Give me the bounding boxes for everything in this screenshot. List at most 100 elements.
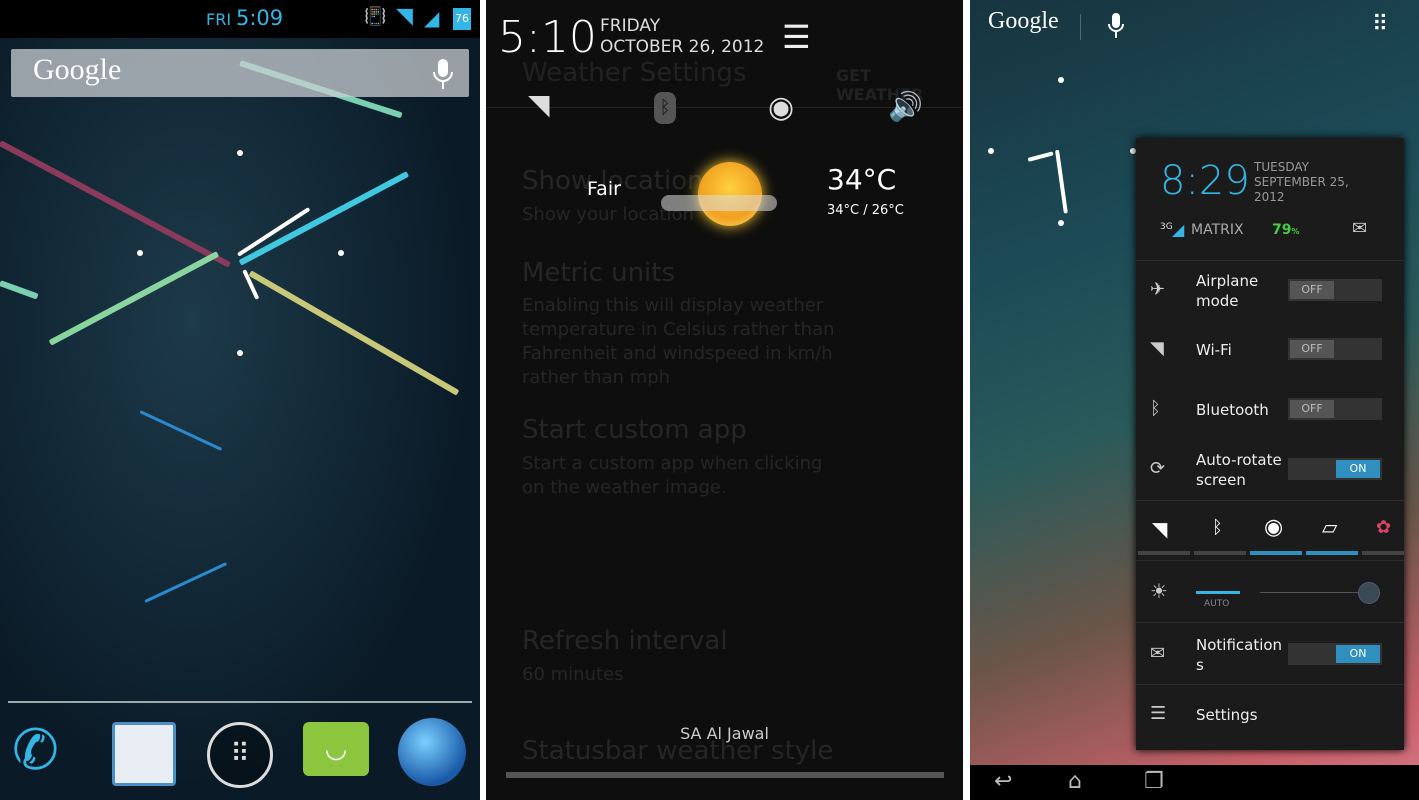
qs-day: TUESDAY bbox=[1254, 160, 1309, 174]
bg-item-sub: 60 minutes bbox=[522, 664, 624, 685]
brightness-slider[interactable] bbox=[1260, 592, 1370, 593]
weather-condition: Fair bbox=[587, 178, 621, 200]
vibrate-icon: 📳 bbox=[364, 6, 387, 27]
messaging-icon[interactable]: ◡ bbox=[303, 722, 369, 776]
shade-date: OCTOBER 26, 2012 bbox=[600, 37, 765, 57]
theme-icon[interactable]: ✿ bbox=[1376, 517, 1391, 538]
qs-date: SEPTEMBER 25, bbox=[1254, 175, 1349, 189]
status-time: 5:09 bbox=[236, 6, 284, 30]
recents-icon[interactable]: ❐ bbox=[1144, 769, 1164, 794]
apps-icon[interactable]: ⠿ bbox=[207, 722, 273, 788]
weather-temp: 34°C bbox=[827, 163, 897, 196]
mic-icon[interactable] bbox=[431, 57, 455, 91]
toggle-airplane[interactable]: ✈ Airplane mode OFF bbox=[1136, 260, 1404, 320]
quick-settings-icon[interactable]: ☰ bbox=[782, 18, 811, 56]
brightness-thumb[interactable] bbox=[1358, 582, 1380, 604]
dock-divider bbox=[8, 701, 472, 703]
home-icon[interactable]: ⌂ bbox=[1068, 769, 1082, 794]
home-screen: FRI 5:09 📳 ◥ ◢ 76 Google ✆ ⠿ ◡ bbox=[0, 0, 480, 800]
switch-state: OFF bbox=[1290, 281, 1334, 299]
weather-range: 34°C / 26°C bbox=[827, 203, 904, 218]
sound-icon[interactable]: 🔊 bbox=[888, 90, 923, 123]
weather-sun-icon[interactable] bbox=[698, 162, 762, 226]
wifi-icon: ◥ bbox=[396, 4, 413, 29]
weather-cloud-icon bbox=[661, 195, 777, 211]
carrier-name: MATRIX bbox=[1191, 222, 1244, 238]
browser-icon[interactable] bbox=[398, 718, 466, 786]
shade-handle[interactable] bbox=[506, 772, 944, 778]
bg-item-sub: Enabling this will display weather tempe… bbox=[522, 295, 835, 388]
bluetooth-icon[interactable]: ᛒ bbox=[1212, 517, 1223, 538]
carrier-label: SA Al Jawal bbox=[680, 724, 769, 743]
bluetooth-switch[interactable]: OFF bbox=[1288, 398, 1382, 420]
toggle-label: Auto-rotate screen bbox=[1196, 451, 1282, 489]
google-logo[interactable]: Google bbox=[988, 8, 1059, 35]
toggle-label: Wi-Fi bbox=[1196, 341, 1232, 359]
switch-state: OFF bbox=[1290, 400, 1334, 418]
battery-percent: 79% bbox=[1272, 222, 1300, 238]
status-day: FRI bbox=[206, 10, 232, 29]
toggle-label: Airplane mode bbox=[1196, 272, 1259, 310]
toggle-notifications[interactable]: ✉ Notifications ON bbox=[1136, 622, 1404, 684]
mic-icon[interactable] bbox=[1107, 12, 1125, 40]
google-logo: Google bbox=[33, 53, 122, 86]
notifications-switch[interactable]: ON bbox=[1288, 643, 1382, 665]
brightness-row: ☀ AUTO bbox=[1136, 560, 1404, 622]
nav-bar: ↩ ⌂ ❐ bbox=[970, 765, 1419, 800]
shade-time: 5:10 bbox=[498, 12, 597, 63]
autorotate-switch[interactable]: ON bbox=[1288, 458, 1382, 480]
contacts-icon[interactable] bbox=[112, 722, 176, 786]
bluetooth-icon[interactable]: ᛒ bbox=[654, 92, 676, 124]
toggle-autorotate[interactable]: ⟳ Auto-rotate screen ON bbox=[1136, 440, 1404, 500]
bg-item-title: Metric units bbox=[522, 258, 676, 288]
qs-time: 8:29 bbox=[1160, 158, 1250, 204]
airplane-switch[interactable]: OFF bbox=[1288, 279, 1382, 301]
bluetooth-icon: ᛒ bbox=[1150, 398, 1161, 419]
rotate-icon: ⟳ bbox=[1150, 458, 1166, 479]
auto-brightness-toggle[interactable] bbox=[1196, 591, 1240, 594]
airplane-icon: ✈ bbox=[1150, 279, 1166, 300]
settings-label: Settings bbox=[1196, 706, 1258, 724]
apps-grid-icon[interactable]: ⠿ bbox=[1372, 12, 1388, 37]
battery-value: 79 bbox=[1272, 222, 1292, 238]
back-icon[interactable]: ↩ bbox=[994, 769, 1012, 794]
toggle-label: Bluetooth bbox=[1196, 401, 1269, 419]
settings-row[interactable]: ☰ Settings bbox=[1136, 684, 1404, 746]
wifi-icon: ◥ bbox=[1150, 338, 1164, 359]
network-type: 3G bbox=[1160, 222, 1173, 232]
bg-item-sub: Start a custom app when clicking on the … bbox=[522, 453, 823, 498]
brightness-icon: ☀ bbox=[1150, 579, 1168, 603]
toggle-label: Notifications bbox=[1196, 636, 1283, 674]
quick-toggle-bar: ◥ ᛒ ◉ ▱ ✿ bbox=[1136, 500, 1404, 560]
battery-icon: 76 bbox=[453, 8, 471, 30]
quick-settings-screen: Google ⠿ 8:29 TUESDAY SEPTEMBER 25, 2012… bbox=[970, 0, 1419, 800]
qs-year: 2012 bbox=[1254, 190, 1285, 204]
wifi-icon[interactable]: ◥ bbox=[528, 88, 550, 121]
toggle-bluetooth[interactable]: ᛒ Bluetooth OFF bbox=[1136, 380, 1404, 440]
signal-icon: ◢ bbox=[1172, 220, 1185, 239]
toggle-wifi[interactable]: ◥ Wi-Fi OFF bbox=[1136, 320, 1404, 380]
notification-shade: Weather Settings GET WEATHER Show locati… bbox=[486, 0, 963, 800]
bg-item-title: Start custom app bbox=[522, 415, 747, 445]
divider bbox=[1080, 14, 1081, 40]
wifi-icon[interactable]: ◥ bbox=[1152, 517, 1167, 541]
phone-icon[interactable]: ✆ bbox=[12, 718, 59, 783]
bg-item-title: Refresh interval bbox=[522, 626, 728, 656]
settings-icon: ☰ bbox=[1150, 703, 1167, 724]
wifi-switch[interactable]: OFF bbox=[1288, 338, 1382, 360]
battery-unit: % bbox=[1291, 227, 1300, 236]
quick-settings-panel: 8:29 TUESDAY SEPTEMBER 25, 2012 3G ◢ MAT… bbox=[1136, 138, 1404, 750]
auto-label: AUTO bbox=[1204, 599, 1230, 609]
signal-icon: ◢ bbox=[424, 6, 440, 30]
rotate-icon[interactable]: ▱ bbox=[1322, 515, 1337, 539]
notification-icon[interactable]: ✉ bbox=[1352, 218, 1367, 239]
gps-icon[interactable]: ◉ bbox=[1264, 515, 1283, 540]
switch-state: ON bbox=[1336, 460, 1380, 478]
switch-state: OFF bbox=[1290, 340, 1334, 358]
switch-state: ON bbox=[1336, 645, 1380, 663]
shade-day: FRIDAY bbox=[600, 16, 661, 36]
notification-icon: ✉ bbox=[1150, 643, 1166, 664]
google-search-bar[interactable]: Google bbox=[11, 49, 469, 97]
gps-icon[interactable]: ◉ bbox=[768, 90, 794, 125]
status-bar: FRI 5:09 📳 ◥ ◢ 76 bbox=[0, 0, 480, 38]
